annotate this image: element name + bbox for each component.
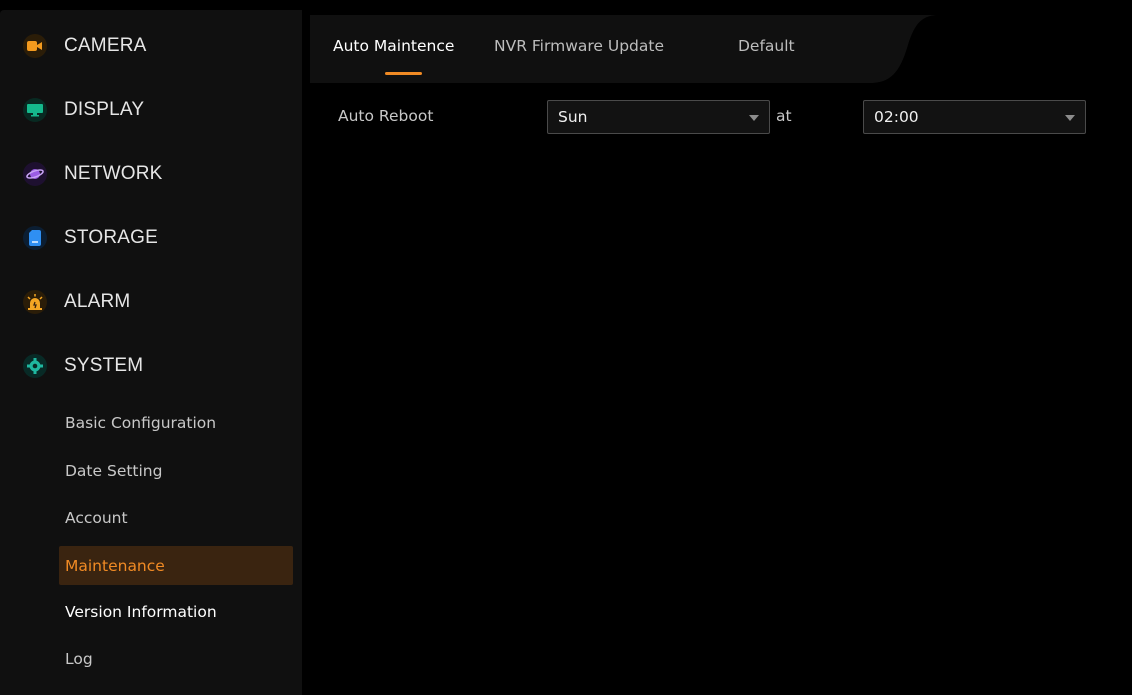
submenu-log[interactable]: Log <box>59 639 293 678</box>
submenu-label: Version Information <box>65 602 217 621</box>
auto-reboot-label: Auto Reboot <box>338 107 434 125</box>
tab-auto-maintence[interactable]: Auto Maintence <box>333 37 454 55</box>
submenu-date-setting[interactable]: Date Setting <box>59 451 293 490</box>
reboot-time-select[interactable]: 02:00 <box>863 100 1086 134</box>
sidebar-item-label: STORAGE <box>64 227 158 248</box>
tab-bar: Auto Maintence NVR Firmware Update Defau… <box>310 15 1130 83</box>
submenu-label: Account <box>65 508 128 527</box>
active-tab-indicator <box>385 72 422 75</box>
alarm-icon <box>23 290 47 314</box>
storage-icon <box>23 226 47 250</box>
submenu-account[interactable]: Account <box>59 498 293 537</box>
sidebar-item-camera[interactable]: CAMERA <box>0 21 302 71</box>
sidebar-item-storage[interactable]: STORAGE <box>0 213 302 263</box>
sidebar-item-network[interactable]: NETWORK <box>0 149 302 199</box>
sidebar-item-label: DISPLAY <box>64 99 145 120</box>
sidebar-item-label: ALARM <box>64 291 131 312</box>
sidebar-item-label: SYSTEM <box>64 355 144 376</box>
submenu-label: Basic Configuration <box>65 413 217 432</box>
camera-icon <box>23 34 47 58</box>
tab-default[interactable]: Default <box>738 37 795 55</box>
sidebar-item-alarm[interactable]: ALARM <box>0 277 302 327</box>
submenu-label: Maintenance <box>65 556 165 575</box>
chevron-down-icon <box>749 115 759 121</box>
reboot-day-select[interactable]: Sun <box>547 100 770 134</box>
tab-nvr-firmware-update[interactable]: NVR Firmware Update <box>494 37 664 55</box>
chevron-down-icon <box>1065 115 1075 121</box>
system-icon <box>23 354 47 378</box>
submenu-label: Date Setting <box>65 461 163 480</box>
network-icon <box>23 162 47 186</box>
main-panel: Auto Maintence NVR Firmware Update Defau… <box>302 10 1132 695</box>
sidebar-item-label: NETWORK <box>64 163 163 184</box>
reboot-day-value: Sun <box>558 108 588 126</box>
sidebar-item-display[interactable]: DISPLAY <box>0 85 302 135</box>
sidebar-item-label: CAMERA <box>64 35 147 56</box>
submenu-basic-configuration[interactable]: Basic Configuration <box>59 403 293 442</box>
submenu-version-information[interactable]: Version Information <box>59 592 293 631</box>
submenu-maintenance[interactable]: Maintenance <box>59 546 293 585</box>
reboot-time-value: 02:00 <box>874 108 919 126</box>
sidebar: CAMERA DISPLAY NETWORK STORAGE ALARM SYS… <box>0 10 302 695</box>
sidebar-item-system[interactable]: SYSTEM <box>0 341 302 391</box>
at-label: at <box>776 107 792 125</box>
display-icon <box>23 98 47 122</box>
submenu-label: Log <box>65 649 93 668</box>
